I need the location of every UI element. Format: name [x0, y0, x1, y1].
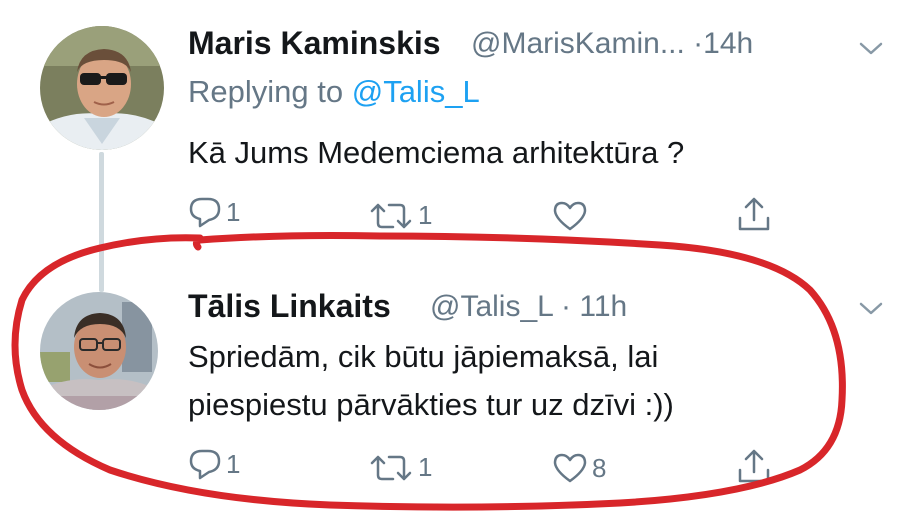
reply-icon [189, 197, 221, 228]
share-button[interactable] [737, 196, 771, 232]
person-with-sunglasses-avatar [40, 26, 164, 150]
reply-button[interactable]: 1 [188, 196, 240, 228]
chevron-down-icon[interactable] [858, 300, 884, 318]
like-icon [553, 453, 587, 483]
share-icon [738, 197, 770, 231]
share-button[interactable] [737, 448, 771, 484]
replying-to-label: Replying to [188, 74, 352, 109]
retweet-icon [370, 203, 412, 228]
author-name[interactable]: Maris Kaminskis [188, 25, 441, 62]
reply-count: 1 [226, 196, 241, 227]
like-button[interactable]: 8 [552, 452, 606, 484]
retweet-button[interactable]: 1 [368, 452, 432, 483]
reply-icon [189, 449, 221, 480]
author-name[interactable]: Tālis Linkaits [188, 288, 391, 325]
author-handle-and-timestamp[interactable]: @Talis_L · 11h [430, 290, 627, 324]
share-icon [738, 449, 770, 483]
retweet-icon [370, 455, 412, 480]
retweet-count: 1 [418, 452, 433, 482]
chevron-down-icon[interactable] [858, 40, 884, 58]
person-with-glasses-avatar [40, 292, 158, 410]
avatar-maris-kaminskis[interactable] [40, 26, 164, 150]
like-count: 8 [592, 452, 607, 483]
reply-button[interactable]: 1 [188, 448, 240, 480]
replying-to-line: Replying to @Talis_L [188, 74, 480, 110]
replying-to-handle-link[interactable]: @Talis_L [352, 74, 480, 109]
thread-connector-line [99, 152, 104, 292]
tweet-text-line-2: piespiestu pārvākties tur uz dzīvi :)) [188, 387, 674, 422]
tweet-text-line-1: Spriedām, cik būtu jāpiemaksā, lai [188, 339, 659, 374]
tweet-text: Kā Jums Medemciema arhitektūra ? [188, 135, 685, 170]
retweet-count: 1 [418, 200, 433, 230]
retweet-button[interactable]: 1 [368, 200, 432, 231]
tweet-thread-screenshot: Maris Kaminskis @MarisKamin... ·14h Repl… [0, 0, 918, 521]
author-handle-and-timestamp[interactable]: @MarisKamin... ·14h [471, 27, 753, 61]
reply-count: 1 [226, 448, 241, 479]
like-icon [553, 201, 587, 231]
like-button[interactable] [552, 200, 592, 232]
avatar-talis-linkaits[interactable] [40, 292, 158, 410]
